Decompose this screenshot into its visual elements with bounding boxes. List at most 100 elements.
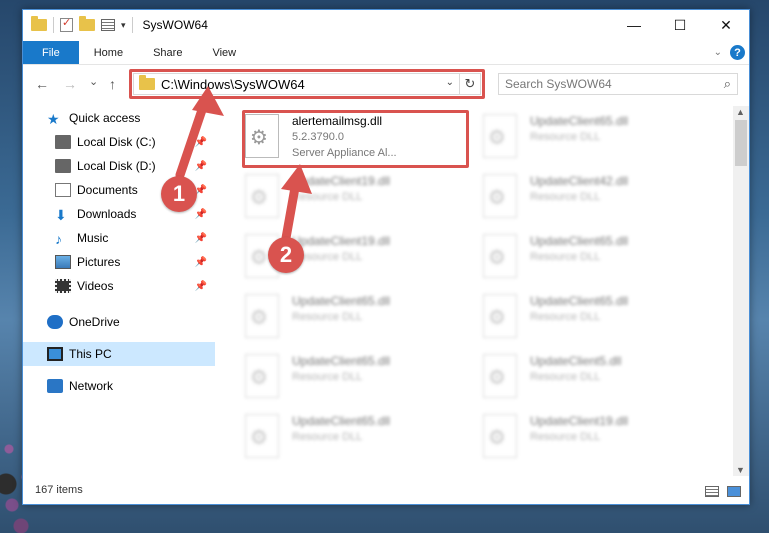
file-tile[interactable]: UpdateClient65.dll Resource DLL xyxy=(235,410,465,466)
sidebar-item-label: Videos xyxy=(77,279,114,293)
sidebar-item-label: OneDrive xyxy=(69,315,120,329)
details-view-icon[interactable] xyxy=(705,486,719,497)
sidebar-item-local-disk-d[interactable]: Local Disk (D:) 📌 xyxy=(23,154,215,178)
dll-file-icon xyxy=(245,294,279,338)
onedrive-icon xyxy=(47,315,63,329)
sidebar-item-label: Quick access xyxy=(69,111,141,125)
file-description: Resource DLL xyxy=(292,431,363,443)
star-icon: ★ xyxy=(47,111,60,127)
file-description: Resource DLL xyxy=(530,191,601,203)
sidebar-item-network[interactable]: Network xyxy=(23,374,215,398)
file-tile[interactable]: UpdateClient65.dll Resource DLL xyxy=(235,290,465,346)
downloads-icon: ⬇ xyxy=(55,207,67,223)
tab-share[interactable]: Share xyxy=(138,41,197,64)
file-tile[interactable]: UpdateClient65.dll Resource DLL xyxy=(473,110,703,166)
properties-checkmark-icon[interactable] xyxy=(60,16,73,32)
minimize-button[interactable]: — xyxy=(611,10,657,40)
window-controls: — ☐ ✕ xyxy=(611,10,749,40)
new-folder-icon[interactable] xyxy=(79,16,95,31)
help-icon[interactable]: ? xyxy=(730,45,745,60)
forward-arrow-icon[interactable]: → xyxy=(63,76,77,92)
back-arrow-icon[interactable]: ← xyxy=(35,76,49,92)
dll-file-icon xyxy=(483,354,517,398)
pin-icon[interactable]: 📌 xyxy=(195,233,207,244)
file-tile[interactable]: UpdateClient42.dll Resource DLL xyxy=(473,170,703,226)
maximize-button[interactable]: ☐ xyxy=(657,10,703,40)
sidebar-item-label: Music xyxy=(77,231,109,245)
pictures-icon xyxy=(55,255,71,269)
file-description: Resource DLL xyxy=(292,191,363,203)
sidebar-item-local-disk-c[interactable]: Local Disk (C:) 📌 xyxy=(23,130,215,154)
file-tile[interactable]: UpdateClient65.dll Resource DLL xyxy=(473,290,703,346)
dll-file-icon xyxy=(483,234,517,278)
expand-ribbon-icon[interactable]: ⌄ xyxy=(714,47,722,58)
address-highlight-box xyxy=(129,69,485,99)
divider xyxy=(131,17,133,33)
documents-icon xyxy=(55,183,71,197)
file-tile[interactable]: UpdateClient19.dll Resource DLL xyxy=(473,410,703,466)
file-description: Resource DLL xyxy=(530,131,601,143)
customize-toolbar-icon[interactable] xyxy=(101,19,115,31)
pin-icon[interactable]: 📌 xyxy=(195,161,207,172)
sidebar-item-quick-access[interactable]: ★ Quick access xyxy=(23,106,215,130)
file-tile[interactable]: UpdateClient65.dll Resource DLL xyxy=(235,350,465,406)
dll-file-icon xyxy=(483,114,517,158)
file-name: UpdateClient65.dll xyxy=(530,234,629,248)
tab-home[interactable]: Home xyxy=(79,41,138,64)
pin-icon[interactable]: 📌 xyxy=(195,137,207,148)
pin-icon[interactable]: 📌 xyxy=(195,281,207,292)
tab-file[interactable]: File xyxy=(23,41,79,64)
drive-icon xyxy=(55,159,71,173)
sidebar-item-this-pc[interactable]: This PC xyxy=(23,342,215,366)
pin-icon[interactable]: 📌 xyxy=(195,209,207,220)
sidebar-item-label: Local Disk (C:) xyxy=(77,135,156,149)
up-arrow-icon[interactable]: ↑ xyxy=(109,76,116,92)
file-explorer-window: ▾ SysWOW64 — ☐ ✕ File Home Share View ⌄ … xyxy=(22,9,750,505)
scrollbar-thumb[interactable] xyxy=(735,120,747,166)
large-icons-view-icon[interactable] xyxy=(727,486,741,497)
ribbon-right: ⌄ ? xyxy=(714,45,745,60)
navigation-bar: ← → ⌄ ↑ C:\Windows\SysWOW64 ⌄ ↻ Search S… xyxy=(23,69,749,99)
file-name: UpdateClient65.dll xyxy=(292,294,391,308)
file-name: UpdateClient65.dll xyxy=(530,294,629,308)
file-name: UpdateClient19.dll xyxy=(292,234,391,248)
file-name: UpdateClient65.dll xyxy=(292,414,391,428)
network-icon xyxy=(47,379,63,393)
sidebar-item-music[interactable]: ♪ Music 📌 xyxy=(23,226,215,250)
dll-file-icon xyxy=(245,174,279,218)
file-tile[interactable]: UpdateClient5.dll Resource DLL xyxy=(473,350,703,406)
dll-file-icon xyxy=(483,174,517,218)
quick-access-toolbar: ▾ xyxy=(31,16,133,33)
file-description: Resource DLL xyxy=(292,371,363,383)
scroll-down-icon[interactable]: ▼ xyxy=(736,465,745,475)
file-tile[interactable]: UpdateClient65.dll Resource DLL xyxy=(473,230,703,286)
toolbar-dropdown-icon[interactable]: ▾ xyxy=(121,20,126,31)
dll-file-icon xyxy=(245,354,279,398)
sidebar-item-label: Network xyxy=(69,379,114,393)
sidebar-item-videos[interactable]: Videos 📌 xyxy=(23,274,215,298)
sidebar-item-onedrive[interactable]: OneDrive xyxy=(23,310,215,334)
search-input[interactable]: Search SysWOW64 ⌕ xyxy=(498,73,738,95)
sidebar-item-label: Downloads xyxy=(77,207,137,221)
pin-icon[interactable]: 📌 xyxy=(195,257,207,268)
step-callout-1: 1 xyxy=(161,176,197,212)
file-name: UpdateClient5.dll xyxy=(530,354,622,368)
file-highlight-box xyxy=(242,110,469,168)
search-icon: ⌕ xyxy=(723,76,731,91)
tab-view[interactable]: View xyxy=(197,41,251,64)
file-name: UpdateClient19.dll xyxy=(530,414,629,428)
file-description: Resource DLL xyxy=(292,311,363,323)
file-tile[interactable]: UpdateClient19.dll Resource DLL xyxy=(235,170,465,226)
search-placeholder: Search SysWOW64 xyxy=(505,77,612,91)
sidebar-item-label: Pictures xyxy=(77,255,121,269)
sidebar-item-pictures[interactable]: Pictures 📌 xyxy=(23,250,215,274)
file-description: Resource DLL xyxy=(530,311,601,323)
step-callout-2: 2 xyxy=(268,237,304,273)
file-name: UpdateClient65.dll xyxy=(292,354,391,368)
scroll-up-icon[interactable]: ▲ xyxy=(736,107,745,117)
close-button[interactable]: ✕ xyxy=(703,10,749,40)
file-name: UpdateClient42.dll xyxy=(530,174,629,188)
vertical-scrollbar[interactable]: ▲ ▼ xyxy=(733,106,749,476)
videos-icon xyxy=(55,279,71,293)
recent-locations-icon[interactable]: ⌄ xyxy=(89,75,98,88)
